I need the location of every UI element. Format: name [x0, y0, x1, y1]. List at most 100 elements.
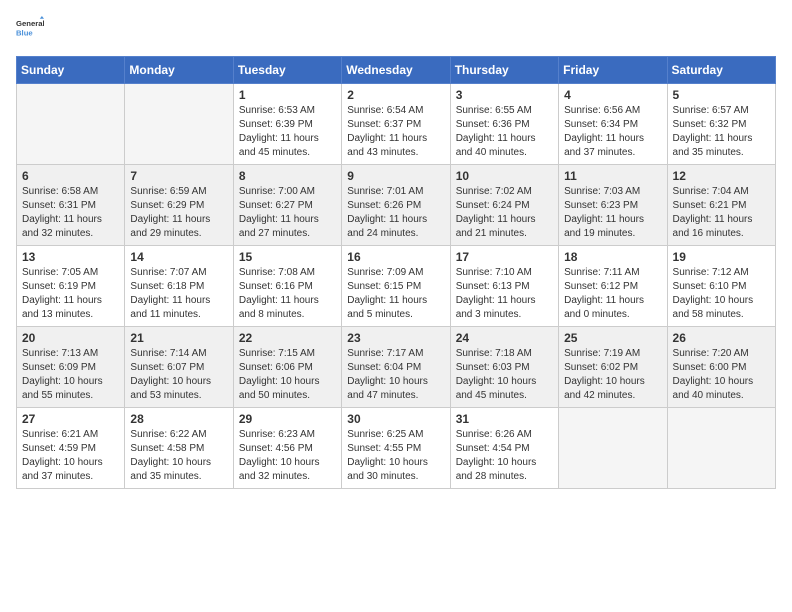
- calendar-cell: 25 Sunrise: 7:19 AMSunset: 6:02 PMDayligh…: [559, 327, 667, 408]
- day-info: Sunrise: 7:04 AMSunset: 6:21 PMDaylight:…: [673, 185, 770, 241]
- calendar-cell: 30Sunrise: 6:25 AMSunset: 4:55 PMDayligh…: [342, 408, 450, 489]
- day-number: 4: [564, 88, 661, 102]
- calendar-cell: [17, 84, 125, 165]
- day-number: 1: [239, 88, 336, 102]
- calendar-cell: 18 Sunrise: 7:11 AMSunset: 6:12 PMDayligh…: [559, 246, 667, 327]
- day-info: Sunrise: 7:20 AMSunset: 6:00 PMDaylight:…: [673, 347, 770, 403]
- day-number: 30: [347, 412, 444, 426]
- day-info: Sunrise: 7:02 AMSunset: 6:24 PMDaylight:…: [456, 185, 553, 241]
- day-info: Sunrise: 7:08 AMSunset: 6:16 PMDaylight:…: [239, 266, 336, 322]
- day-number: 26: [673, 331, 770, 345]
- day-info: Sunrise: 6:21 AMSunset: 4:59 PMDaylight:…: [22, 428, 119, 484]
- calendar-cell: 8 Sunrise: 7:00 AMSunset: 6:27 PMDaylight…: [233, 165, 341, 246]
- calendar-cell: 15 Sunrise: 7:08 AMSunset: 6:16 PMDayligh…: [233, 246, 341, 327]
- day-number: 28: [130, 412, 227, 426]
- day-number: 10: [456, 169, 553, 183]
- day-number: 11: [564, 169, 661, 183]
- day-number: 19: [673, 250, 770, 264]
- day-number: 22: [239, 331, 336, 345]
- day-info: Sunrise: 6:58 AMSunset: 6:31 PMDaylight:…: [22, 185, 119, 241]
- calendar-cell: 28Sunrise: 6:22 AMSunset: 4:58 PMDayligh…: [125, 408, 233, 489]
- day-info: Sunrise: 6:55 AMSunset: 6:36 PMDaylight:…: [456, 104, 553, 160]
- calendar-cell: 7Sunrise: 6:59 AMSunset: 6:29 PMDaylight…: [125, 165, 233, 246]
- day-info: Sunrise: 7:15 AMSunset: 6:06 PMDaylight:…: [239, 347, 336, 403]
- day-info: Sunrise: 7:14 AMSunset: 6:07 PMDaylight:…: [130, 347, 227, 403]
- calendar-cell: 13 Sunrise: 7:05 AMSunset: 6:19 PMDayligh…: [17, 246, 125, 327]
- day-number: 20: [22, 331, 119, 345]
- day-number: 23: [347, 331, 444, 345]
- day-info: Sunrise: 7:09 AMSunset: 6:15 PMDaylight:…: [347, 266, 444, 322]
- calendar-cell: 1 Sunrise: 6:53 AMSunset: 6:39 PMDaylight…: [233, 84, 341, 165]
- day-number: 21: [130, 331, 227, 345]
- calendar-cell: 23 Sunrise: 7:17 AMSunset: 6:04 PMDayligh…: [342, 327, 450, 408]
- calendar-week-row: 27Sunrise: 6:21 AMSunset: 4:59 PMDayligh…: [17, 408, 776, 489]
- calendar-cell: 29 Sunrise: 6:23 AMSunset: 4:56 PMDayligh…: [233, 408, 341, 489]
- day-info: Sunrise: 7:05 AMSunset: 6:19 PMDaylight:…: [22, 266, 119, 322]
- day-info: Sunrise: 7:10 AMSunset: 6:13 PMDaylight:…: [456, 266, 553, 322]
- calendar-cell: 9Sunrise: 7:01 AMSunset: 6:26 PMDaylight…: [342, 165, 450, 246]
- day-number: 17: [456, 250, 553, 264]
- day-info: Sunrise: 7:13 AMSunset: 6:09 PMDaylight:…: [22, 347, 119, 403]
- calendar-cell: [125, 84, 233, 165]
- calendar-week-row: 20 Sunrise: 7:13 AMSunset: 6:09 PMDayligh…: [17, 327, 776, 408]
- day-info: Sunrise: 6:56 AMSunset: 6:34 PMDaylight:…: [564, 104, 661, 160]
- calendar-cell: [667, 408, 775, 489]
- calendar-week-row: 1 Sunrise: 6:53 AMSunset: 6:39 PMDaylight…: [17, 84, 776, 165]
- day-info: Sunrise: 6:54 AMSunset: 6:37 PMDaylight:…: [347, 104, 444, 160]
- calendar-week-row: 6 Sunrise: 6:58 AMSunset: 6:31 PMDaylight…: [17, 165, 776, 246]
- header-wednesday: Wednesday: [342, 57, 450, 84]
- day-info: Sunrise: 6:23 AMSunset: 4:56 PMDaylight:…: [239, 428, 336, 484]
- logo-icon: General Blue: [16, 16, 44, 44]
- day-number: 24: [456, 331, 553, 345]
- calendar-cell: [559, 408, 667, 489]
- day-info: Sunrise: 6:59 AMSunset: 6:29 PMDaylight:…: [130, 185, 227, 241]
- calendar-cell: 14 Sunrise: 7:07 AMSunset: 6:18 PMDayligh…: [125, 246, 233, 327]
- day-info: Sunrise: 7:17 AMSunset: 6:04 PMDaylight:…: [347, 347, 444, 403]
- day-number: 31: [456, 412, 553, 426]
- day-info: Sunrise: 6:53 AMSunset: 6:39 PMDaylight:…: [239, 104, 336, 160]
- logo: General Blue: [16, 16, 44, 44]
- calendar-table: SundayMondayTuesdayWednesdayThursdayFrid…: [16, 56, 776, 489]
- day-info: Sunrise: 6:57 AMSunset: 6:32 PMDaylight:…: [673, 104, 770, 160]
- day-number: 3: [456, 88, 553, 102]
- day-info: Sunrise: 7:01 AMSunset: 6:26 PMDaylight:…: [347, 185, 444, 241]
- day-number: 14: [130, 250, 227, 264]
- calendar-cell: 26 Sunrise: 7:20 AMSunset: 6:00 PMDayligh…: [667, 327, 775, 408]
- day-number: 15: [239, 250, 336, 264]
- day-info: Sunrise: 7:11 AMSunset: 6:12 PMDaylight:…: [564, 266, 661, 322]
- page-header: General Blue: [16, 16, 776, 44]
- calendar-cell: 5 Sunrise: 6:57 AMSunset: 6:32 PMDaylight…: [667, 84, 775, 165]
- calendar-cell: 19 Sunrise: 7:12 AMSunset: 6:10 PMDayligh…: [667, 246, 775, 327]
- day-number: 8: [239, 169, 336, 183]
- header-friday: Friday: [559, 57, 667, 84]
- calendar-cell: 31Sunrise: 6:26 AMSunset: 4:54 PMDayligh…: [450, 408, 558, 489]
- day-number: 16: [347, 250, 444, 264]
- calendar-cell: 27Sunrise: 6:21 AMSunset: 4:59 PMDayligh…: [17, 408, 125, 489]
- day-number: 18: [564, 250, 661, 264]
- header-saturday: Saturday: [667, 57, 775, 84]
- header-monday: Monday: [125, 57, 233, 84]
- day-number: 6: [22, 169, 119, 183]
- day-info: Sunrise: 7:03 AMSunset: 6:23 PMDaylight:…: [564, 185, 661, 241]
- calendar-cell: 21 Sunrise: 7:14 AMSunset: 6:07 PMDayligh…: [125, 327, 233, 408]
- calendar-cell: 3 Sunrise: 6:55 AMSunset: 6:36 PMDaylight…: [450, 84, 558, 165]
- day-number: 29: [239, 412, 336, 426]
- day-info: Sunrise: 7:12 AMSunset: 6:10 PMDaylight:…: [673, 266, 770, 322]
- day-number: 12: [673, 169, 770, 183]
- calendar-cell: 6 Sunrise: 6:58 AMSunset: 6:31 PMDaylight…: [17, 165, 125, 246]
- header-thursday: Thursday: [450, 57, 558, 84]
- day-info: Sunrise: 7:07 AMSunset: 6:18 PMDaylight:…: [130, 266, 227, 322]
- calendar-week-row: 13 Sunrise: 7:05 AMSunset: 6:19 PMDayligh…: [17, 246, 776, 327]
- calendar-cell: 11 Sunrise: 7:03 AMSunset: 6:23 PMDayligh…: [559, 165, 667, 246]
- day-info: Sunrise: 7:00 AMSunset: 6:27 PMDaylight:…: [239, 185, 336, 241]
- day-number: 25: [564, 331, 661, 345]
- day-info: Sunrise: 7:19 AMSunset: 6:02 PMDaylight:…: [564, 347, 661, 403]
- calendar-cell: 12 Sunrise: 7:04 AMSunset: 6:21 PMDayligh…: [667, 165, 775, 246]
- calendar-cell: 17 Sunrise: 7:10 AMSunset: 6:13 PMDayligh…: [450, 246, 558, 327]
- calendar-cell: 20 Sunrise: 7:13 AMSunset: 6:09 PMDayligh…: [17, 327, 125, 408]
- day-number: 5: [673, 88, 770, 102]
- day-number: 13: [22, 250, 119, 264]
- header-sunday: Sunday: [17, 57, 125, 84]
- calendar-cell: 24Sunrise: 7:18 AMSunset: 6:03 PMDayligh…: [450, 327, 558, 408]
- svg-text:General: General: [16, 19, 44, 28]
